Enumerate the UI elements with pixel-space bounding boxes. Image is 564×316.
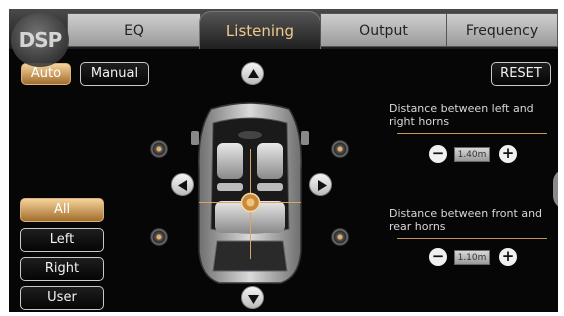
- distance-lr-plus-button[interactable]: +: [499, 145, 517, 163]
- tab-eq[interactable]: EQ: [67, 13, 201, 47]
- distance-lr-label: Distance between left and right horns: [389, 102, 534, 128]
- reset-button[interactable]: RESET: [491, 62, 551, 86]
- distance-fr-minus-button[interactable]: −: [429, 248, 447, 266]
- tab-output[interactable]: Output: [320, 13, 447, 47]
- divider: [397, 133, 547, 134]
- arrow-down-icon: [248, 295, 259, 304]
- side-drawer-handle[interactable]: [553, 169, 558, 209]
- listening-position-icon[interactable]: [240, 192, 261, 213]
- speaker-icon[interactable]: [150, 140, 168, 158]
- distance-fr-plus-button[interactable]: +: [499, 248, 517, 266]
- move-right-button[interactable]: [309, 173, 332, 196]
- manual-button[interactable]: Manual: [80, 62, 149, 86]
- speaker-icon[interactable]: [331, 140, 349, 158]
- distance-fr-label: Distance between front and rear horns: [389, 207, 543, 233]
- tab-frequency[interactable]: Frequency: [446, 13, 558, 47]
- distance-lr-value: 1.40m: [454, 147, 490, 162]
- distance-fr-value: 1.10m: [454, 250, 490, 265]
- tab-bar: EQ Listening Output Frequency: [9, 9, 558, 49]
- speaker-icon[interactable]: [150, 228, 168, 246]
- tab-listening[interactable]: Listening: [199, 11, 321, 49]
- divider: [397, 238, 547, 239]
- seat-left-button[interactable]: Left: [20, 228, 104, 252]
- seat-right-button[interactable]: Right: [20, 257, 104, 281]
- speaker-icon[interactable]: [331, 228, 349, 246]
- move-down-button[interactable]: [241, 286, 264, 309]
- seat-user-button[interactable]: User: [20, 286, 104, 310]
- arrow-right-icon: [318, 180, 327, 191]
- distance-lr-minus-button[interactable]: −: [429, 145, 447, 163]
- dsp-logo[interactable]: DSP: [11, 13, 69, 67]
- dsp-app: EQ Listening Output Frequency DSP Auto M…: [0, 0, 564, 316]
- seat-all-button[interactable]: All: [20, 198, 104, 222]
- arrow-up-icon: [248, 69, 259, 78]
- move-up-button[interactable]: [241, 62, 264, 85]
- app-frame: EQ Listening Output Frequency DSP Auto M…: [9, 9, 558, 312]
